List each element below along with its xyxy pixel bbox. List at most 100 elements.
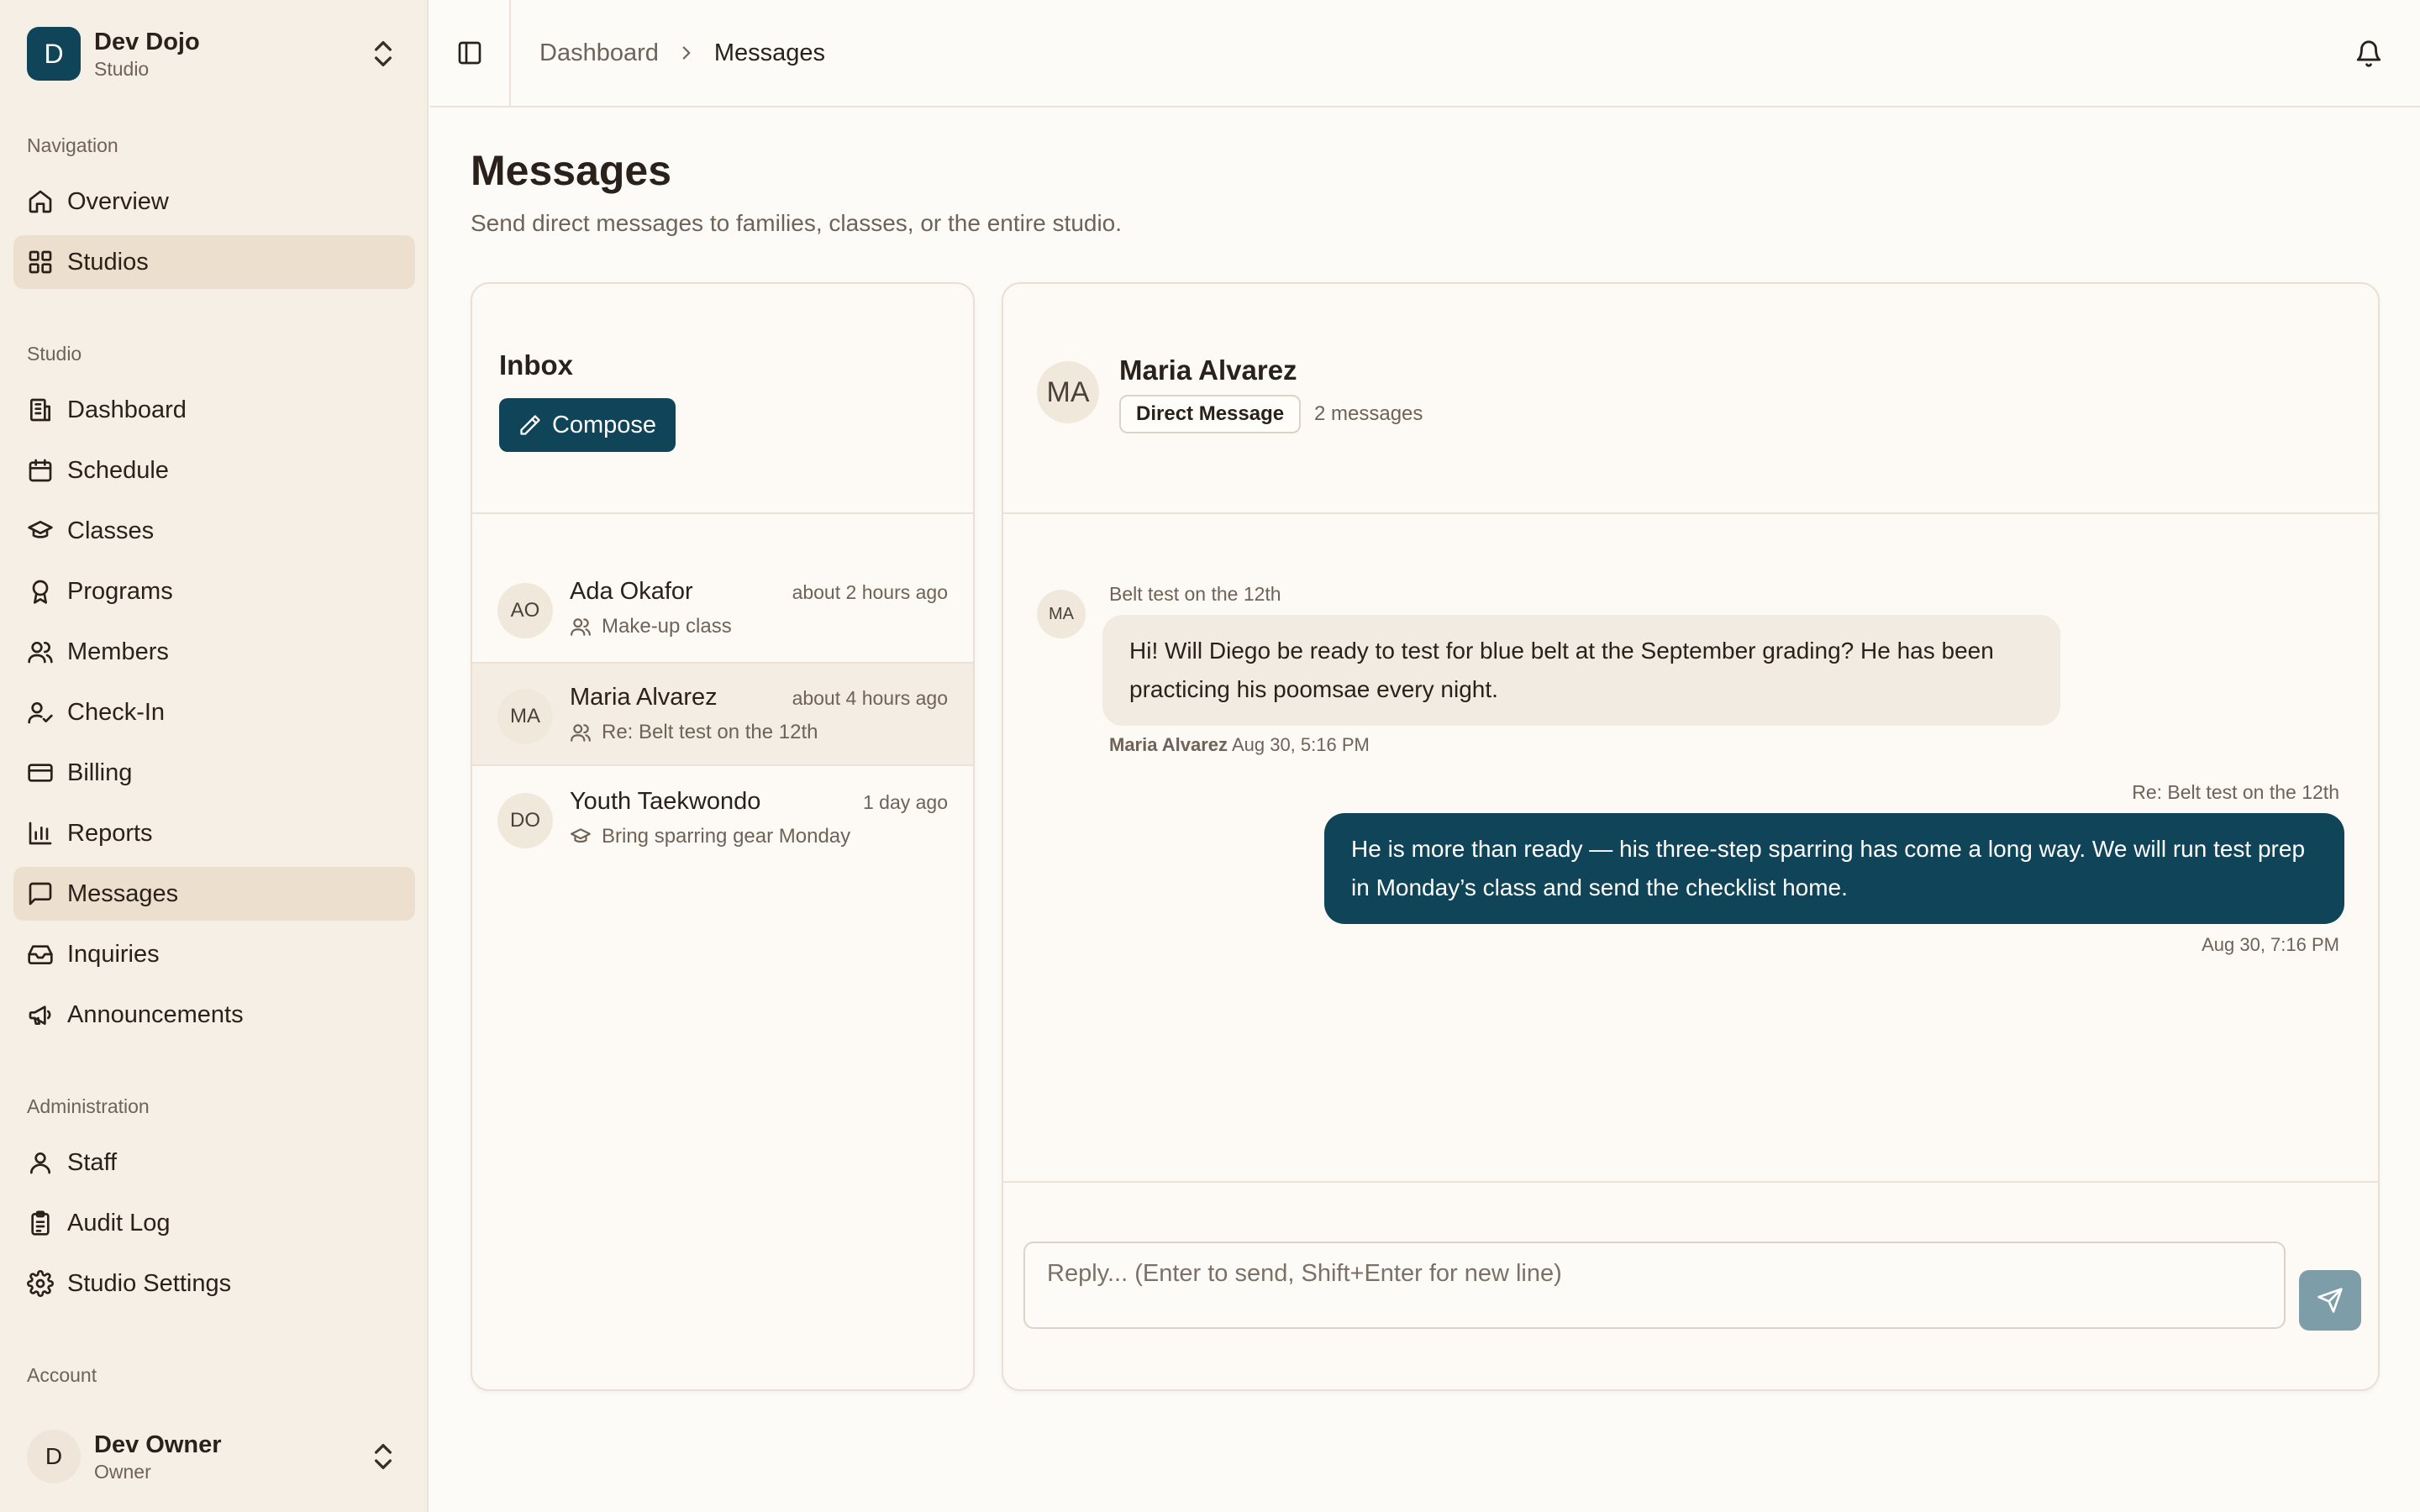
sidebar-item-label: Dashboard: [67, 396, 187, 423]
inbox-icon: [27, 941, 54, 968]
conversation-name: Youth Taekwondo: [570, 788, 761, 815]
home-icon: [27, 188, 54, 215]
conversation-preview: Bring sparring gear Monday: [602, 825, 851, 848]
avatar: MA: [497, 689, 553, 744]
message-meta: Maria Alvarez Aug 30, 5:16 PM: [1109, 734, 1370, 756]
message-bubble-incoming: Hi! Will Diego be ready to test for blue…: [1102, 615, 2060, 726]
sidebar-item-announcements[interactable]: Announcements: [13, 988, 415, 1042]
message-square-icon: [27, 880, 54, 907]
bell-icon[interactable]: [2354, 39, 2383, 68]
sidebar-toggle-button[interactable]: [430, 0, 511, 106]
sidebar-item-check-in[interactable]: Check-In: [13, 685, 415, 739]
sidebar-item-label: Staff: [67, 1148, 118, 1176]
send-button[interactable]: [2299, 1270, 2361, 1331]
message-time: Aug 30, 5:16 PM: [1231, 734, 1370, 755]
org-subtitle: Studio: [94, 58, 150, 80]
breadcrumb: Dashboard Messages: [539, 0, 825, 106]
sidebar-item-inquiries[interactable]: Inquiries: [13, 927, 415, 981]
sidebar-item-classes[interactable]: Classes: [13, 504, 415, 558]
award-icon: [27, 578, 54, 605]
chevrons-up-down-icon: [366, 37, 400, 71]
account-switcher[interactable]: D Dev Owner Owner: [13, 1425, 415, 1488]
conversation-time: 1 day ago: [862, 791, 948, 813]
sidebar-item-messages[interactable]: Messages: [13, 867, 415, 921]
org-switcher[interactable]: D Dev Dojo Studio: [13, 17, 415, 91]
bar-chart-icon: [27, 820, 54, 847]
chevrons-up-down-icon: [366, 1440, 400, 1473]
sidebar-item-billing[interactable]: Billing: [13, 746, 415, 800]
avatar: DO: [497, 793, 553, 848]
conversation-time: about 2 hours ago: [792, 581, 948, 603]
divider: [472, 512, 973, 514]
sidebar-item-staff[interactable]: Staff: [13, 1136, 415, 1189]
sidebar-item-dashboard[interactable]: Dashboard: [13, 383, 415, 437]
sidebar-item-label: Reports: [67, 819, 153, 847]
inbox-title: Inbox: [499, 349, 573, 381]
message-subject: Belt test on the 12th: [1109, 583, 1281, 605]
message-author: Maria Alvarez: [1109, 734, 1228, 755]
sidebar-item-label: Overview: [67, 187, 169, 215]
panel-left-icon: [456, 39, 483, 66]
pencil-icon: [518, 413, 542, 437]
graduation-cap-icon: [570, 826, 592, 848]
user-check-icon: [27, 699, 54, 726]
conversation-preview: Make-up class: [602, 615, 732, 638]
avatar: MA: [1037, 590, 1086, 638]
thread-title: Maria Alvarez: [1119, 354, 1297, 386]
message-time: Aug 30, 7:16 PM: [2202, 934, 2339, 955]
conversation-name: Ada Okafor: [570, 578, 693, 605]
compose-button[interactable]: Compose: [499, 398, 676, 452]
avatar: AO: [497, 583, 553, 638]
sidebar-item-label: Schedule: [67, 456, 169, 484]
building-icon: [27, 396, 54, 423]
sidebar-item-label: Billing: [67, 759, 133, 786]
sidebar-item-label: Classes: [67, 517, 155, 544]
message-subject: Re: Belt test on the 12th: [2132, 781, 2339, 803]
avatar: MA: [1037, 361, 1099, 423]
conversation-time: about 4 hours ago: [792, 687, 948, 709]
page-title: Messages: [471, 147, 672, 194]
users-icon: [27, 638, 54, 665]
sidebar-item-label: Programs: [67, 577, 173, 605]
sidebar-item-studios[interactable]: Studios: [13, 235, 415, 289]
chevron-right-icon: [676, 42, 697, 64]
sidebar-item-label: Studio Settings: [67, 1269, 232, 1297]
sidebar-item-label: Announcements: [67, 1000, 244, 1028]
sidebar-item-label: Inquiries: [67, 940, 160, 968]
wallet-icon: [27, 759, 54, 786]
sidebar-item-audit-log[interactable]: Audit Log: [13, 1196, 415, 1250]
conversation-preview: Re: Belt test on the 12th: [602, 721, 818, 743]
message-count: 2 messages: [1314, 402, 1423, 425]
thread-panel: MA Maria Alvarez Direct Message 2 messag…: [1002, 282, 2380, 1391]
sidebar-item-schedule[interactable]: Schedule: [13, 444, 415, 497]
message-bubble-outgoing: He is more than ready — his three-step s…: [1324, 813, 2344, 924]
conversation-item[interactable]: DO Youth Taekwondo 1 day ago Bring sparr…: [472, 768, 973, 872]
compose-label: Compose: [551, 411, 657, 438]
grid-icon: [27, 249, 54, 276]
sidebar-item-programs[interactable]: Programs: [13, 564, 415, 618]
graduation-cap-icon: [27, 517, 54, 544]
breadcrumb-current: Messages: [713, 39, 826, 66]
org-name: Dev Dojo: [94, 29, 200, 55]
clipboard-list-icon: [27, 1210, 54, 1236]
sidebar-item-studio-settings[interactable]: Studio Settings: [13, 1257, 415, 1310]
sidebar-item-label: Messages: [67, 879, 179, 907]
megaphone-icon: [27, 1001, 54, 1028]
nav-group-label-studio: Studio: [27, 343, 82, 365]
account-role: Owner: [94, 1461, 151, 1483]
users-icon: [570, 616, 592, 638]
sidebar-item-reports[interactable]: Reports: [13, 806, 415, 860]
sidebar-item-members[interactable]: Members: [13, 625, 415, 679]
reply-input[interactable]: [1023, 1242, 2286, 1329]
direct-message-badge: Direct Message: [1119, 395, 1302, 433]
sidebar-item-overview[interactable]: Overview: [13, 175, 415, 228]
page-subtitle: Send direct messages to families, classe…: [471, 210, 1123, 236]
nav-group-label-navigation: Navigation: [27, 134, 118, 156]
send-icon: [2317, 1287, 2344, 1314]
breadcrumb-dashboard-link[interactable]: Dashboard: [539, 39, 659, 67]
conversation-item[interactable]: AO Ada Okafor about 2 hours ago Make-up …: [472, 558, 973, 662]
conversation-name: Maria Alvarez: [570, 684, 718, 711]
conversation-item-selected[interactable]: MA Maria Alvarez about 4 hours ago Re: B…: [472, 662, 973, 766]
org-logo: D: [27, 27, 81, 81]
nav-group-label-account: Account: [27, 1364, 97, 1386]
